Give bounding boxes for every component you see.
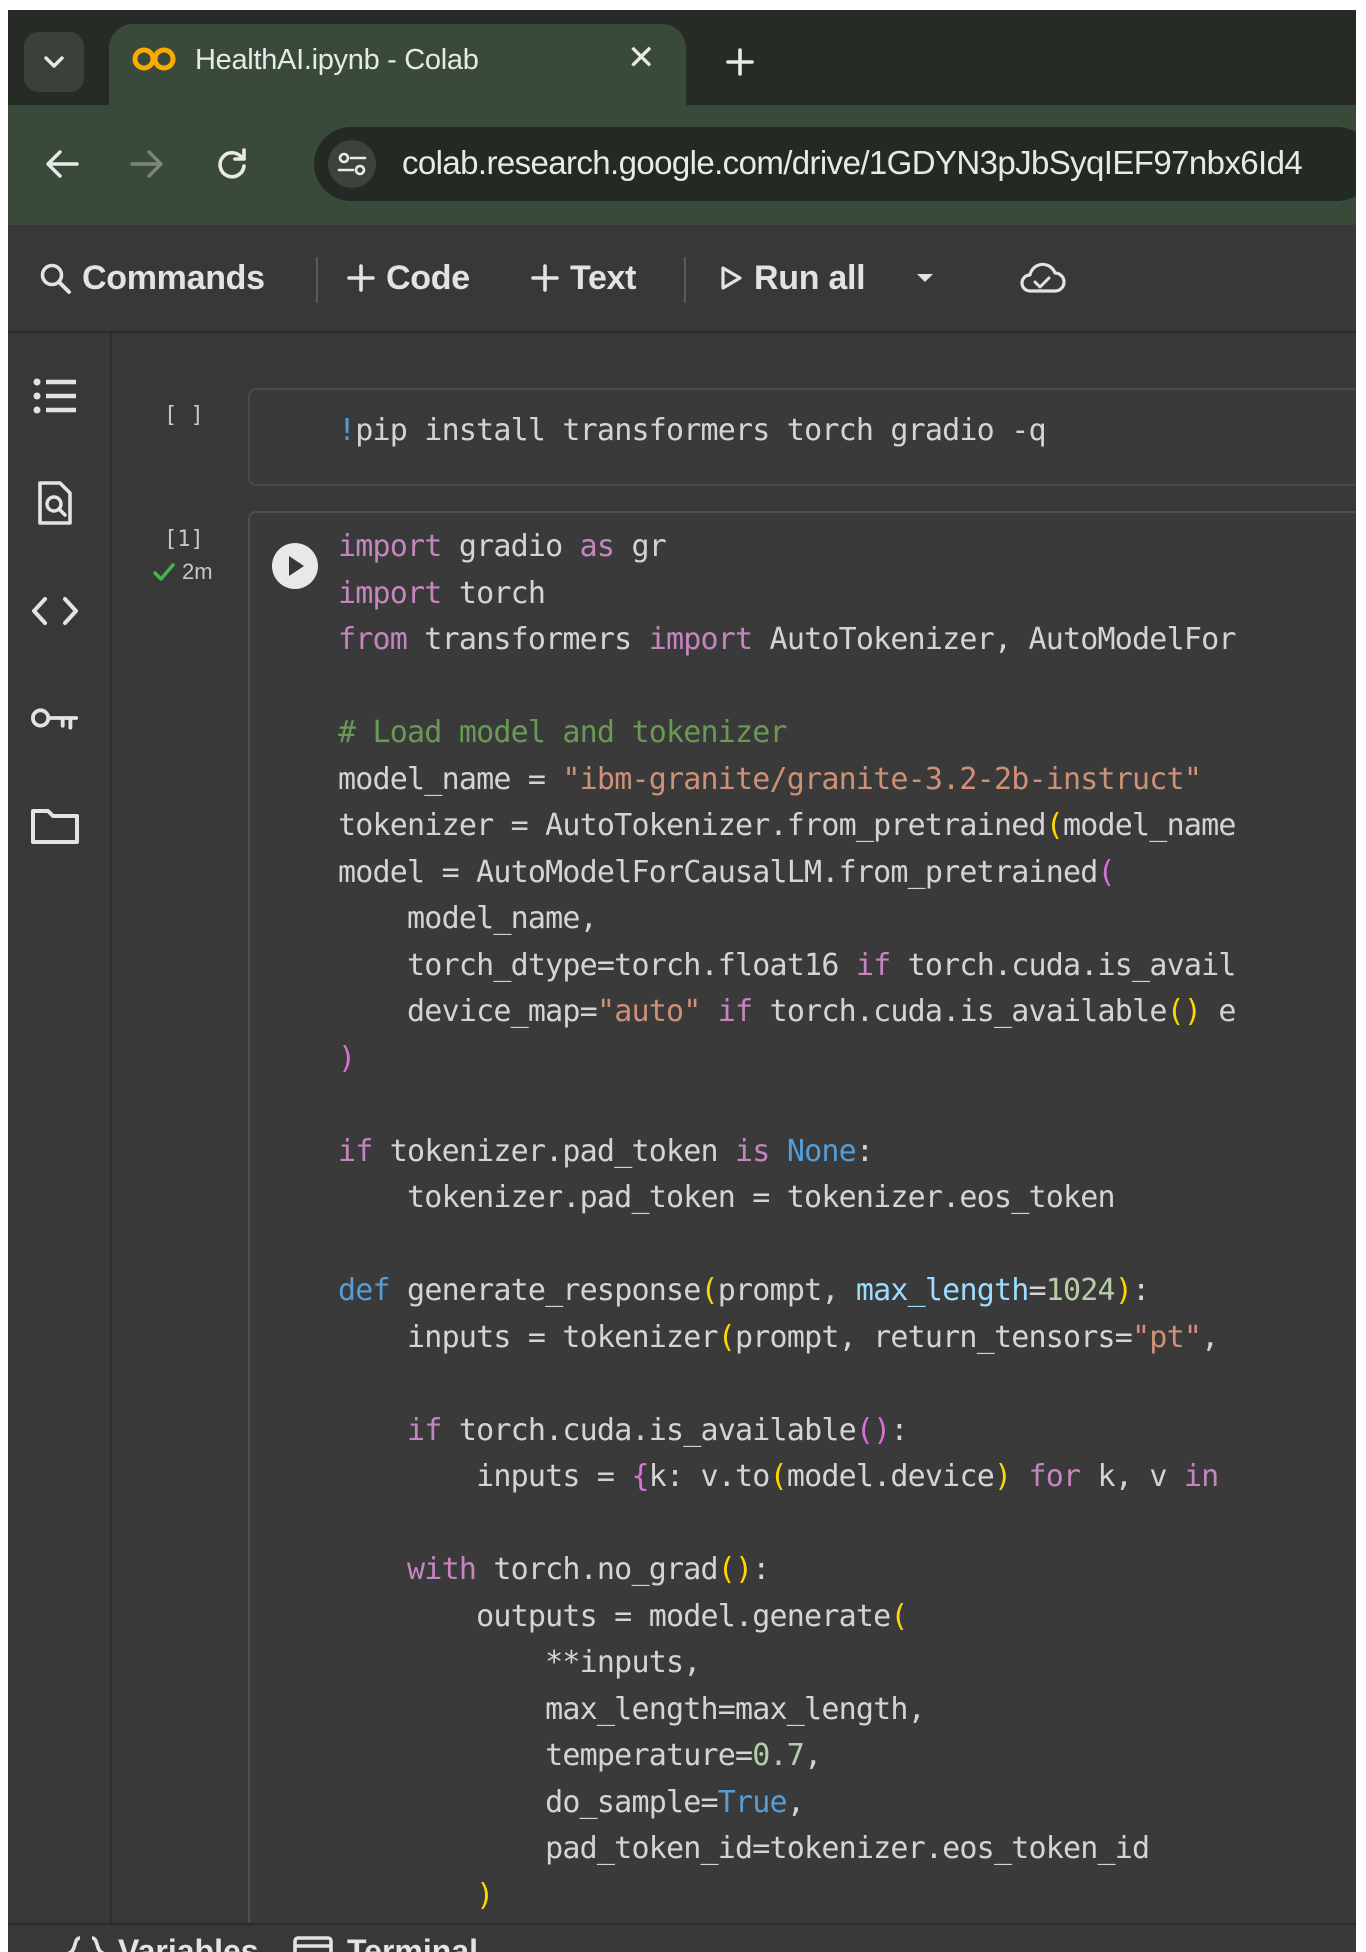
toolbar-divider <box>316 257 318 303</box>
code-cell[interactable]: !pip install transformers torch gradio -… <box>248 388 1356 486</box>
execution-time: 2m <box>182 559 213 584</box>
exec-count: [ ] <box>164 403 204 428</box>
site-info-button[interactable] <box>328 140 376 188</box>
terminal-icon <box>293 1935 333 1952</box>
site-info-icon <box>337 152 367 176</box>
colab-logo-icon <box>132 47 176 71</box>
code-brackets-icon <box>32 597 78 625</box>
tab-search-button[interactable] <box>24 32 84 92</box>
terminal-label: Terminal <box>347 1933 478 1952</box>
code-cell[interactable]: import gradio as gr import torch from tr… <box>248 511 1356 1945</box>
run-options-dropdown[interactable] <box>914 255 946 301</box>
text-label: Text <box>570 258 637 297</box>
terminal-button[interactable]: Terminal <box>293 1933 478 1952</box>
caret-down-icon <box>917 274 933 282</box>
search-file-icon <box>38 481 72 525</box>
play-icon <box>289 556 304 576</box>
browser-tab[interactable]: HealthAI.ipynb - Colab ✕ <box>109 24 686 116</box>
run-cell-button[interactable] <box>272 543 318 589</box>
add-code-cell-button[interactable]: Code <box>346 255 470 301</box>
plus-icon <box>347 264 375 292</box>
sidebar-item-files[interactable] <box>30 800 80 850</box>
run-all-label: Run all <box>754 258 866 297</box>
list-icon <box>33 378 76 414</box>
browser-window: HealthAI.ipynb - Colab ✕ colab.research.… <box>8 10 1356 1952</box>
commands-button[interactable]: Commands <box>38 255 265 301</box>
notebook-area: [ ] !pip install transformers torch grad… <box>112 333 1356 1945</box>
search-icon <box>40 263 71 294</box>
code-label: Code <box>386 258 470 297</box>
back-arrow-icon <box>46 150 79 178</box>
tab-strip: HealthAI.ipynb - Colab ✕ <box>8 10 1356 116</box>
sidebar-item-code-snippets[interactable] <box>30 586 80 636</box>
forward-button[interactable] <box>123 140 171 188</box>
variables-button[interactable]: Variables <box>68 1933 259 1952</box>
new-tab-button[interactable] <box>720 42 760 82</box>
navigation-bar: colab.research.google.com/drive/1GDYN3pJ… <box>8 105 1356 225</box>
cloud-icon <box>1020 262 1066 293</box>
execution-status: 2m <box>152 559 213 585</box>
sidebar-item-table-of-contents[interactable] <box>30 371 80 421</box>
cell-source[interactable]: import gradio as gr import torch from tr… <box>338 524 1236 1919</box>
run-all-button[interactable]: Run all <box>718 255 866 301</box>
plus-icon <box>726 48 754 76</box>
sidebar-item-secrets[interactable] <box>30 693 80 743</box>
url-text: colab.research.google.com/drive/1GDYN3pJ… <box>402 144 1303 181</box>
plus-icon <box>531 264 559 292</box>
bottom-bar: Variables Terminal <box>8 1923 1356 1952</box>
chevron-down-icon <box>44 56 64 68</box>
play-icon <box>721 266 742 290</box>
forward-arrow-icon <box>130 150 163 178</box>
back-button[interactable] <box>38 140 86 188</box>
variables-label: Variables <box>118 1933 259 1952</box>
tab-title: HealthAI.ipynb - Colab <box>195 44 479 76</box>
commands-label: Commands <box>82 258 265 297</box>
cell-source[interactable]: !pip install transformers torch gradio -… <box>338 408 1047 455</box>
add-text-cell-button[interactable]: Text <box>530 255 636 301</box>
toolbar-divider <box>684 257 686 303</box>
sidebar-item-find[interactable] <box>30 478 80 528</box>
reload-icon <box>218 148 246 179</box>
left-sidebar <box>8 333 112 1923</box>
variables-icon <box>68 1935 104 1952</box>
key-icon <box>30 708 79 730</box>
close-icon[interactable]: ✕ <box>627 38 656 78</box>
reload-button[interactable] <box>208 140 256 188</box>
cloud-save-button[interactable] <box>1018 255 1076 301</box>
exec-count: [1] <box>164 527 204 552</box>
address-bar[interactable]: colab.research.google.com/drive/1GDYN3pJ… <box>314 127 1356 201</box>
colab-toolbar: Commands Code Text Run all <box>8 225 1356 333</box>
checkmark-icon <box>153 563 175 581</box>
folder-icon <box>31 809 79 844</box>
